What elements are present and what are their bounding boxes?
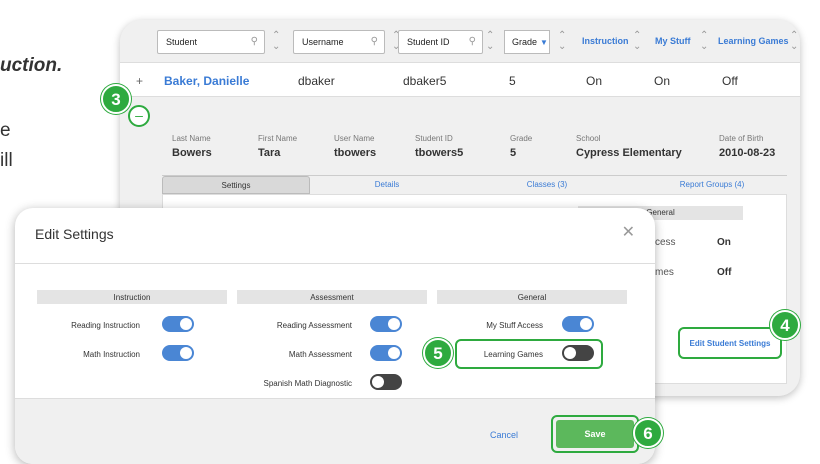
step-badge-3: 3: [101, 84, 131, 114]
learning-games-toggle[interactable]: [562, 345, 594, 361]
general-row-value: On: [717, 237, 731, 248]
toggle-label-reading-assessment: Reading Assessment: [276, 321, 352, 330]
toggle-knob: [564, 347, 576, 359]
sort-icon[interactable]: ⌃ ⌄: [486, 30, 494, 52]
detail-value: Bowers: [172, 147, 212, 159]
general-row-label: mes: [655, 267, 674, 278]
background-text-fragment: e: [0, 120, 11, 141]
toggle-knob: [180, 347, 192, 359]
filter-bar: Student ⚲ ⌃ ⌄ Username ⚲ ⌃ ⌄ Student ID ⚲ …: [120, 20, 800, 62]
toggle-label-my-stuff-access: My Stuff Access: [486, 321, 543, 330]
step-badge-4: 4: [770, 310, 800, 340]
learninggames-cell: Off: [722, 74, 738, 88]
step-badge-5: 5: [423, 338, 453, 368]
edit-student-settings-button[interactable]: Edit Student Settings: [678, 327, 782, 359]
toggle-knob: [580, 318, 592, 330]
my-stuff-access-toggle[interactable]: [562, 316, 594, 332]
sort-icon[interactable]: ⌃ ⌄: [790, 30, 798, 52]
save-button[interactable]: Save: [556, 420, 634, 448]
collapse-row-button[interactable]: –: [128, 105, 150, 127]
username-filter-input[interactable]: Username ⚲: [293, 30, 385, 54]
detail-label: Grade: [510, 134, 533, 143]
cancel-button[interactable]: Cancel: [490, 430, 518, 440]
reading-instruction-toggle[interactable]: [162, 316, 194, 332]
dialog-title: Edit Settings: [35, 226, 114, 242]
instruction-column-header: Instruction: [37, 290, 227, 304]
student-name-link[interactable]: Baker, Danielle: [164, 74, 249, 88]
username-cell: dbaker: [298, 74, 335, 88]
column-header-mystuff[interactable]: My Stuff: [655, 36, 691, 46]
column-header-instruction[interactable]: Instruction: [582, 36, 629, 46]
student-filter-input[interactable]: Student ⚲: [157, 30, 265, 54]
grade-filter-label: Grade: [512, 37, 538, 47]
toggle-knob: [388, 318, 400, 330]
detail-label: Student ID: [415, 134, 453, 143]
edit-settings-dialog: Edit Settings ✕ Instruction Assessment G…: [15, 208, 655, 464]
studentid-cell: dbaker5: [403, 74, 447, 88]
studentid-filter-placeholder: Student ID: [407, 37, 450, 47]
search-icon: ⚲: [250, 36, 258, 47]
toggle-label-reading-instruction: Reading Instruction: [71, 321, 140, 330]
background-text-fragment: ill: [0, 150, 13, 171]
tab-details[interactable]: Details: [362, 176, 412, 194]
background-heading-fragment: uction.: [0, 55, 63, 76]
sort-icon[interactable]: ⌃ ⌄: [558, 30, 566, 52]
detail-value: Cypress Elementary: [576, 147, 682, 159]
detail-value: 5: [510, 147, 517, 159]
divider: [15, 263, 655, 264]
toggle-knob: [180, 318, 192, 330]
search-icon: ⚲: [468, 36, 476, 47]
tab-report-groups[interactable]: Report Groups (4): [662, 176, 762, 194]
general-row-value: Off: [717, 267, 732, 278]
search-icon: ⚲: [370, 36, 378, 47]
detail-label: First Name: [258, 134, 298, 143]
caret-down-icon: ▼: [540, 38, 548, 47]
detail-label: User Name: [334, 134, 375, 143]
toggle-knob: [388, 347, 400, 359]
instruction-cell: On: [586, 74, 603, 88]
detail-value: tbowers: [334, 147, 377, 159]
detail-label: Last Name: [172, 134, 211, 143]
column-header-learninggames[interactable]: Learning Games: [718, 36, 789, 46]
toggle-label-math-assessment: Math Assessment: [288, 350, 352, 359]
detail-value: Tara: [258, 147, 281, 159]
detail-label: School: [576, 134, 601, 143]
math-instruction-toggle[interactable]: [162, 345, 194, 361]
step-badge-6: 6: [633, 418, 663, 448]
table-row: + Baker, Danielle dbaker dbaker5 5 On On…: [120, 62, 800, 97]
math-assessment-toggle[interactable]: [370, 345, 402, 361]
detail-tabs: Settings Details Classes (3) Report Grou…: [162, 176, 787, 194]
toggle-label-math-instruction: Math Instruction: [83, 350, 140, 359]
studentid-filter-input[interactable]: Student ID ⚲: [398, 30, 483, 54]
spanish-math-diagnostic-toggle[interactable]: [370, 374, 402, 390]
reading-assessment-toggle[interactable]: [370, 316, 402, 332]
grade-filter-dropdown[interactable]: Grade ▼: [504, 30, 550, 54]
detail-label: Date of Birth: [719, 134, 764, 143]
tab-settings[interactable]: Settings: [162, 176, 310, 194]
grade-cell: 5: [509, 74, 516, 88]
general-row-label: cess: [655, 237, 676, 248]
username-filter-placeholder: Username: [302, 37, 344, 47]
sort-icon[interactable]: ⌃ ⌄: [700, 30, 708, 52]
toggle-label-spanish-math-diagnostic: Spanish Math Diagnostic: [263, 379, 353, 388]
close-icon[interactable]: ✕: [622, 222, 635, 242]
tab-classes[interactable]: Classes (3): [512, 176, 582, 194]
sort-icon[interactable]: ⌃ ⌄: [272, 30, 280, 52]
student-filter-placeholder: Student: [166, 37, 198, 47]
detail-value: 2010-08-23: [719, 147, 776, 159]
expand-row-icon[interactable]: +: [136, 74, 143, 88]
assessment-column-header: Assessment: [237, 290, 427, 304]
mystuff-cell: On: [654, 74, 671, 88]
toggle-knob: [372, 376, 384, 388]
detail-value: tbowers5: [415, 147, 464, 159]
sort-icon[interactable]: ⌃ ⌄: [633, 30, 641, 52]
general-column-header: General: [437, 290, 627, 304]
